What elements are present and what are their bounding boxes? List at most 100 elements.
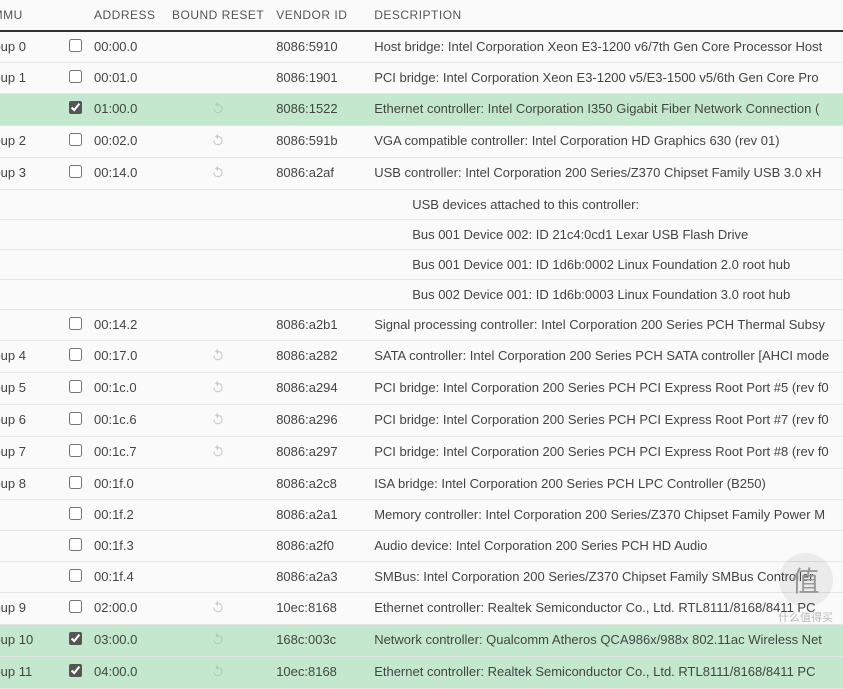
cell-reset: [166, 158, 270, 190]
table-row: Group 10 03:00.0 168c:003cNetwork controll…: [0, 625, 843, 657]
row-checkbox[interactable]: [69, 348, 82, 361]
table-row: 00:14.28086:a2b1Signal processing contro…: [0, 310, 843, 341]
row-checkbox[interactable]: [69, 101, 82, 114]
cell-description: Audio device: Intel Corporation 200 Seri…: [368, 531, 843, 562]
cell-description: PCI bridge: Intel Corporation 200 Series…: [368, 437, 843, 469]
cell-address: 00:1c.6: [88, 405, 166, 437]
cell-iommu: Group 1: [0, 63, 63, 94]
cell-vendor: 8086:a2a1: [270, 500, 368, 531]
cell-iommu: Group 8: [0, 469, 63, 500]
table-header-row: IOMMU ADDRESS BOUND RESET VENDOR ID DESC…: [0, 0, 843, 31]
cell-reset: [166, 562, 270, 593]
reset-icon: [211, 133, 225, 150]
table-row: 00:1f.28086:a2a1Memory controller: Intel…: [0, 500, 843, 531]
cell-reset: [166, 469, 270, 500]
cell-vendor: 8086:1522: [270, 94, 368, 126]
cell-address: 00:1f.2: [88, 500, 166, 531]
cell-address: 00:14.2: [88, 310, 166, 341]
header-iommu: IOMMU: [0, 0, 63, 31]
cell-iommu: [0, 94, 63, 126]
cell-address: 00:1c.7: [88, 437, 166, 469]
cell-description: Ethernet controller: Intel Corporation I…: [368, 94, 843, 126]
cell-vendor: 8086:a296: [270, 405, 368, 437]
reset-icon: [211, 412, 225, 429]
row-checkbox[interactable]: [69, 70, 82, 83]
cell-address: 02:00.0: [88, 593, 166, 625]
cell-vendor: 10ec:8168: [270, 657, 368, 689]
row-checkbox[interactable]: [69, 569, 82, 582]
row-checkbox[interactable]: [69, 133, 82, 146]
row-checkbox[interactable]: [69, 476, 82, 489]
header-description: DESCRIPTION: [368, 0, 843, 31]
cell-vendor: 10ec:8168: [270, 593, 368, 625]
cell-description: PCI bridge: Intel Corporation 200 Series…: [368, 373, 843, 405]
cell-vendor: 8086:a294: [270, 373, 368, 405]
cell-vendor: 8086:a282: [270, 341, 368, 373]
cell-reset: [166, 405, 270, 437]
row-checkbox[interactable]: [69, 317, 82, 330]
reset-icon: [211, 348, 225, 365]
row-checkbox[interactable]: [69, 380, 82, 393]
reset-icon: [211, 165, 225, 182]
cell-description: ISA bridge: Intel Corporation 200 Series…: [368, 469, 843, 500]
cell-address: 00:17.0: [88, 341, 166, 373]
cell-iommu: Group 2: [0, 126, 63, 158]
row-checkbox[interactable]: [69, 632, 82, 645]
reset-icon: [211, 600, 225, 617]
cell-iommu: Group 0: [0, 31, 63, 63]
cell-sub-description: Bus 001 Device 001: ID 1d6b:0002 Linux F…: [368, 250, 843, 280]
cell-description: PCI bridge: Intel Corporation Xeon E3-12…: [368, 63, 843, 94]
cell-address: 00:1f.4: [88, 562, 166, 593]
reset-icon: [211, 632, 225, 649]
cell-description: Network controller: Qualcomm Atheros QCA…: [368, 625, 843, 657]
row-checkbox[interactable]: [69, 664, 82, 677]
row-checkbox[interactable]: [69, 600, 82, 613]
header-bound-reset: BOUND RESET: [166, 0, 270, 31]
reset-icon: [211, 444, 225, 461]
cell-reset: [166, 94, 270, 126]
table-row: Group 200:02.08086:591bVGA compatible co…: [0, 126, 843, 158]
row-checkbox[interactable]: [69, 412, 82, 425]
cell-reset: [166, 500, 270, 531]
cell-vendor: 8086:5910: [270, 31, 368, 63]
cell-vendor: 8086:a2af: [270, 158, 368, 190]
cell-address: 00:01.0: [88, 63, 166, 94]
table-row: Group 8 00:1f.0 8086:a2c8ISA bridge: Intel…: [0, 469, 843, 500]
row-checkbox[interactable]: [69, 444, 82, 457]
cell-reset: [166, 593, 270, 625]
table-row: Group 700:1c.78086:a297PCI bridge: Intel…: [0, 437, 843, 469]
cell-reset: [166, 31, 270, 63]
cell-vendor: 8086:a2c8: [270, 469, 368, 500]
cell-address: 00:1f.0: [88, 469, 166, 500]
cell-iommu: Group 5: [0, 373, 63, 405]
cell-vendor: 8086:a297: [270, 437, 368, 469]
cell-address: 00:1c.0: [88, 373, 166, 405]
table-row: Group 4 00:17.0 8086:a282SATA controller: …: [0, 341, 843, 373]
cell-description: USB controller: Intel Corporation 200 Se…: [368, 158, 843, 190]
table-row: 00:1f.38086:a2f0Audio device: Intel Corp…: [0, 531, 843, 562]
cell-iommu: Group 4: [0, 341, 63, 373]
cell-iommu: Group 11: [0, 657, 63, 689]
cell-reset: [166, 63, 270, 94]
cell-description: Ethernet controller: Realtek Semiconduct…: [368, 593, 843, 625]
cell-reset: [166, 437, 270, 469]
row-checkbox[interactable]: [69, 507, 82, 520]
cell-description: SATA controller: Intel Corporation 200 S…: [368, 341, 843, 373]
cell-vendor: 8086:1901: [270, 63, 368, 94]
cell-address: 01:00.0: [88, 94, 166, 126]
row-checkbox[interactable]: [69, 538, 82, 551]
cell-description: PCI bridge: Intel Corporation 200 Series…: [368, 405, 843, 437]
table-row: Group 1104:00.010ec:8168Ethernet control…: [0, 657, 843, 689]
cell-iommu: [0, 531, 63, 562]
row-checkbox[interactable]: [69, 39, 82, 52]
row-checkbox[interactable]: [69, 165, 82, 178]
cell-address: 03:00.0: [88, 625, 166, 657]
cell-vendor: 8086:a2a3: [270, 562, 368, 593]
cell-description: SMBus: Intel Corporation 200 Series/Z370…: [368, 562, 843, 593]
cell-iommu: [0, 310, 63, 341]
cell-sub-description: Bus 002 Device 001: ID 1d6b:0003 Linux F…: [368, 280, 843, 310]
cell-iommu: Group 6: [0, 405, 63, 437]
table-row: 01:00.0 8086:1522Ethernet controller: Int…: [0, 94, 843, 126]
cell-vendor: 168c:003c: [270, 625, 368, 657]
cell-iommu: Group 10: [0, 625, 63, 657]
